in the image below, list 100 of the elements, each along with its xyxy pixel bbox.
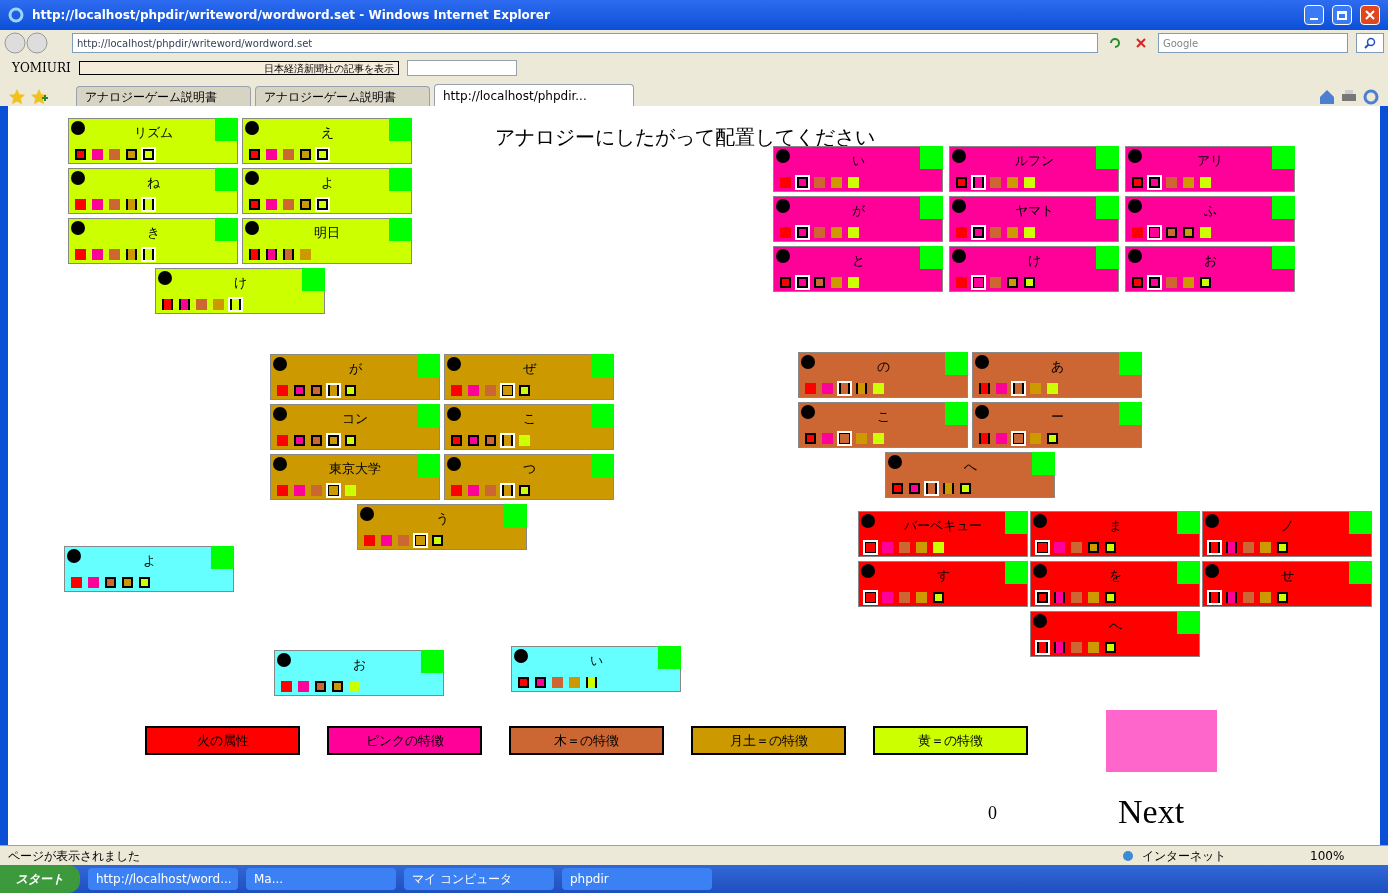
- corner-square-icon[interactable]: [421, 650, 444, 673]
- zoom-text[interactable]: 100%: [1310, 846, 1380, 865]
- corner-square-icon[interactable]: [215, 168, 238, 191]
- word-card[interactable]: ノ: [1202, 511, 1372, 557]
- corner-square-icon[interactable]: [920, 196, 943, 219]
- corner-square-icon[interactable]: [591, 354, 614, 377]
- word-card[interactable]: バーベキュー: [858, 511, 1028, 557]
- word-card[interactable]: アリ: [1125, 146, 1295, 192]
- category-button[interactable]: 木＝の特徴: [509, 726, 664, 755]
- corner-square-icon[interactable]: [658, 646, 681, 669]
- corner-square-icon[interactable]: [1005, 511, 1028, 534]
- word-card[interactable]: う: [357, 504, 527, 550]
- word-card[interactable]: あ: [972, 352, 1142, 398]
- corner-square-icon[interactable]: [504, 504, 527, 527]
- word-card[interactable]: を: [1030, 561, 1200, 607]
- word-card[interactable]: き: [68, 218, 238, 264]
- word-card[interactable]: せ: [1202, 561, 1372, 607]
- corner-square-icon[interactable]: [1096, 146, 1119, 169]
- word-card[interactable]: と: [773, 246, 943, 292]
- corner-square-icon[interactable]: [389, 168, 412, 191]
- taskbar-button[interactable]: phpdir: [562, 868, 712, 890]
- category-button[interactable]: 月土＝の特徴: [691, 726, 846, 755]
- word-card[interactable]: が: [773, 196, 943, 242]
- corner-square-icon[interactable]: [417, 454, 440, 477]
- corner-square-icon[interactable]: [1272, 246, 1295, 269]
- word-card[interactable]: リズム: [68, 118, 238, 164]
- color-swatch[interactable]: [1106, 710, 1217, 772]
- corner-square-icon[interactable]: [389, 218, 412, 241]
- search-field[interactable]: Google: [1158, 33, 1348, 53]
- corner-square-icon[interactable]: [1177, 561, 1200, 584]
- corner-square-icon[interactable]: [591, 404, 614, 427]
- word-card[interactable]: ルフン: [949, 146, 1119, 192]
- corner-square-icon[interactable]: [417, 354, 440, 377]
- close-button[interactable]: [1360, 5, 1380, 25]
- corner-square-icon[interactable]: [1349, 511, 1372, 534]
- minimize-button[interactable]: [1304, 5, 1324, 25]
- browser-tab[interactable]: アナロジーゲーム説明書: [76, 86, 251, 106]
- corner-square-icon[interactable]: [1177, 511, 1200, 534]
- word-card[interactable]: ぜ: [444, 354, 614, 400]
- word-card[interactable]: け: [155, 268, 325, 314]
- word-card[interactable]: へ: [885, 452, 1055, 498]
- word-card[interactable]: つ: [444, 454, 614, 500]
- corner-square-icon[interactable]: [1119, 402, 1142, 425]
- corner-square-icon[interactable]: [215, 218, 238, 241]
- word-card[interactable]: へ: [1030, 611, 1200, 657]
- word-card[interactable]: よ: [64, 546, 234, 592]
- corner-square-icon[interactable]: [417, 404, 440, 427]
- next-button[interactable]: Next: [1118, 786, 1185, 837]
- word-card[interactable]: え: [242, 118, 412, 164]
- corner-square-icon[interactable]: [211, 546, 234, 569]
- corner-square-icon[interactable]: [1032, 452, 1055, 475]
- corner-square-icon[interactable]: [1272, 146, 1295, 169]
- corner-square-icon[interactable]: [1096, 246, 1119, 269]
- word-card[interactable]: ー: [972, 402, 1142, 448]
- corner-square-icon[interactable]: [591, 454, 614, 477]
- category-button[interactable]: 黄＝の特徴: [873, 726, 1028, 755]
- category-button[interactable]: ピンクの特徴: [327, 726, 482, 755]
- word-card[interactable]: お: [274, 650, 444, 696]
- word-card[interactable]: こ: [444, 404, 614, 450]
- search-button[interactable]: [1356, 33, 1384, 53]
- browser-tab[interactable]: アナロジーゲーム説明書: [255, 86, 430, 106]
- word-card[interactable]: け: [949, 246, 1119, 292]
- word-card[interactable]: コン: [270, 404, 440, 450]
- word-card[interactable]: ヤマト: [949, 196, 1119, 242]
- word-card[interactable]: が: [270, 354, 440, 400]
- word-card[interactable]: お: [1125, 246, 1295, 292]
- corner-square-icon[interactable]: [389, 118, 412, 141]
- word-card[interactable]: い: [773, 146, 943, 192]
- corner-square-icon[interactable]: [1272, 196, 1295, 219]
- word-card[interactable]: よ: [242, 168, 412, 214]
- corner-square-icon[interactable]: [920, 146, 943, 169]
- word-card[interactable]: ま: [1030, 511, 1200, 557]
- word-card[interactable]: 明日: [242, 218, 412, 264]
- address-field[interactable]: http://localhost/phpdir/writeword/wordword.set: [72, 33, 1098, 53]
- start-button[interactable]: スタート: [0, 865, 80, 893]
- word-card[interactable]: ね: [68, 168, 238, 214]
- corner-square-icon[interactable]: [1349, 561, 1372, 584]
- word-card[interactable]: す: [858, 561, 1028, 607]
- word-card[interactable]: の: [798, 352, 968, 398]
- word-card[interactable]: ふ: [1125, 196, 1295, 242]
- favorites-star-icon[interactable]: [8, 88, 26, 106]
- corner-square-icon[interactable]: [302, 268, 325, 291]
- maximize-button[interactable]: [1332, 5, 1352, 25]
- corner-square-icon[interactable]: [215, 118, 238, 141]
- corner-square-icon[interactable]: [1119, 352, 1142, 375]
- toolbar-search-field[interactable]: [406, 60, 517, 76]
- corner-square-icon[interactable]: [1177, 611, 1200, 634]
- taskbar-button[interactable]: http://localhost/word...: [88, 868, 238, 890]
- taskbar-button[interactable]: マイ コンピュータ: [404, 868, 554, 890]
- word-card[interactable]: こ: [798, 402, 968, 448]
- corner-square-icon[interactable]: [920, 246, 943, 269]
- corner-square-icon[interactable]: [945, 402, 968, 425]
- corner-square-icon[interactable]: [945, 352, 968, 375]
- word-card[interactable]: い: [511, 646, 681, 692]
- corner-square-icon[interactable]: [1005, 561, 1028, 584]
- add-favorite-icon[interactable]: [30, 88, 48, 106]
- category-button[interactable]: 火の属性: [145, 726, 300, 755]
- taskbar-button[interactable]: Ma...: [246, 868, 396, 890]
- corner-square-icon[interactable]: [1096, 196, 1119, 219]
- browser-tab[interactable]: http://localhost/phpdir...: [434, 84, 634, 106]
